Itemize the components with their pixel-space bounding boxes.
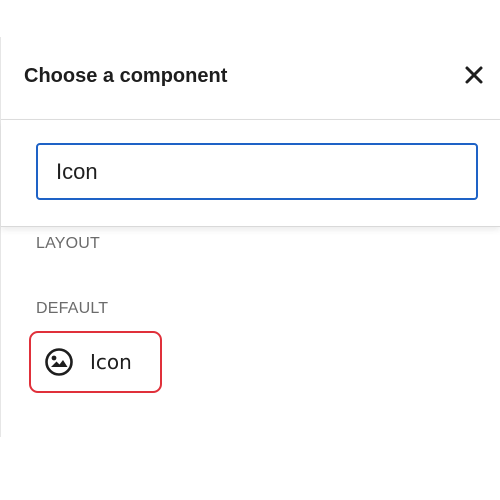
section-heading-layout: LAYOUT	[36, 235, 101, 252]
search-area	[1, 120, 500, 227]
search-input[interactable]	[36, 143, 478, 200]
close-icon	[465, 66, 483, 84]
close-button[interactable]	[462, 63, 486, 87]
image-circle-icon	[43, 346, 75, 378]
dialog-title: Choose a component	[24, 65, 228, 87]
component-item-label: Icon	[90, 350, 132, 374]
dialog-header: Choose a component	[1, 37, 500, 120]
component-item-icon[interactable]: Icon	[29, 331, 162, 393]
section-heading-default: DEFAULT	[36, 300, 109, 317]
